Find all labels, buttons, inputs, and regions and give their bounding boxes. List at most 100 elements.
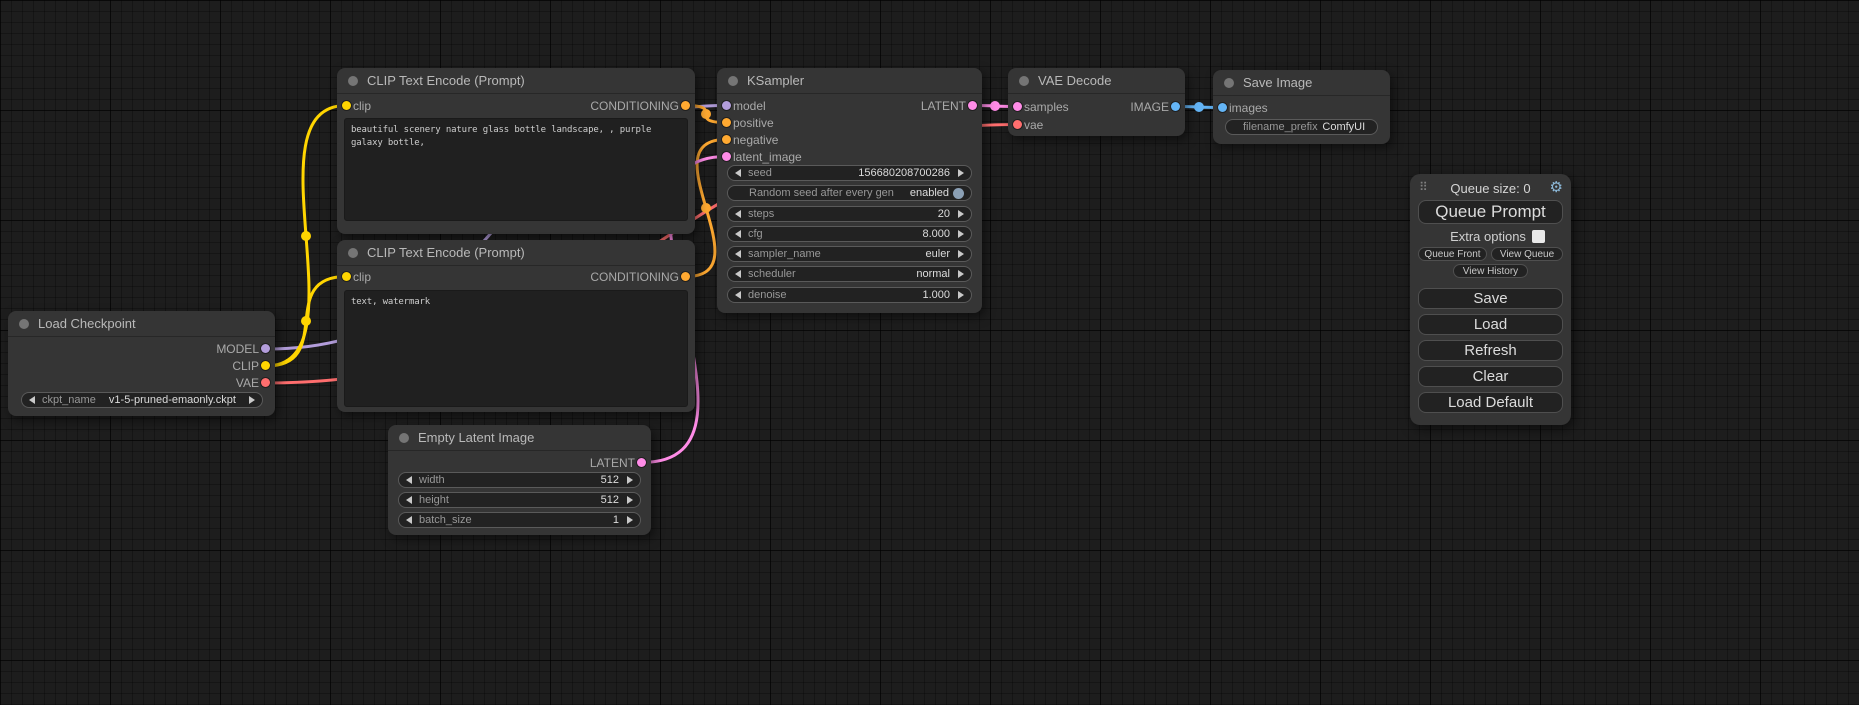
output-port-model[interactable] bbox=[261, 344, 270, 353]
scheduler-widget[interactable]: scheduler normal bbox=[727, 266, 972, 282]
node-title-bar[interactable]: Empty Latent Image bbox=[388, 425, 651, 451]
node-load-checkpoint[interactable]: Load Checkpoint MODEL CLIP VAE ckpt_name… bbox=[8, 311, 275, 416]
node-save-image[interactable]: Save Image images filename_prefix ComfyU… bbox=[1213, 70, 1390, 144]
collapse-dot-icon[interactable] bbox=[1224, 78, 1234, 88]
load-default-button[interactable]: Load Default bbox=[1418, 392, 1563, 413]
collapse-dot-icon[interactable] bbox=[728, 76, 738, 86]
node-title-bar[interactable]: CLIP Text Encode (Prompt) bbox=[337, 240, 695, 266]
output-port-latent[interactable] bbox=[968, 101, 977, 110]
denoise-widget[interactable]: denoise 1.000 bbox=[727, 287, 972, 303]
stepper-right-icon[interactable] bbox=[627, 476, 633, 484]
node-ksampler[interactable]: KSampler model positive negative latent_… bbox=[717, 68, 982, 313]
input-port-model[interactable] bbox=[722, 101, 731, 110]
input-port-positive[interactable] bbox=[722, 118, 731, 127]
gear-icon[interactable]: ⚙ bbox=[1550, 179, 1563, 197]
sampler-name-widget[interactable]: sampler_name euler bbox=[727, 246, 972, 262]
output-conditioning-label: CONDITIONING bbox=[590, 97, 679, 114]
batch-size-widget[interactable]: batch_size 1 bbox=[398, 512, 641, 528]
wire-midpoint-dot[interactable] bbox=[301, 231, 311, 241]
ckpt-name-widget[interactable]: ckpt_name v1-5-pruned-emaonly.ckpt bbox=[21, 392, 263, 408]
view-history-button[interactable]: View History bbox=[1453, 264, 1528, 278]
node-graph-canvas[interactable]: Load Checkpoint MODEL CLIP VAE ckpt_name… bbox=[0, 0, 1859, 705]
toggle-icon[interactable] bbox=[953, 188, 964, 199]
output-port-vae[interactable] bbox=[261, 378, 270, 387]
wire-midpoint-dot[interactable] bbox=[701, 203, 711, 213]
input-port-clip[interactable] bbox=[342, 101, 351, 110]
stepper-right-icon[interactable] bbox=[958, 270, 964, 278]
queue-prompt-button[interactable]: Queue Prompt bbox=[1418, 200, 1563, 224]
menu-header: ⠿ Queue size: 0 ⚙ bbox=[1410, 179, 1571, 197]
output-port-conditioning[interactable] bbox=[681, 101, 690, 110]
widget-value: 512 bbox=[601, 494, 627, 506]
node-clip-text-encode-negative[interactable]: CLIP Text Encode (Prompt) clip CONDITION… bbox=[337, 240, 695, 412]
save-button[interactable]: Save bbox=[1418, 288, 1563, 309]
negative-prompt-textarea[interactable]: text, watermark bbox=[344, 290, 688, 407]
stepper-left-icon[interactable] bbox=[735, 270, 741, 278]
stepper-right-icon[interactable] bbox=[958, 169, 964, 177]
output-port-image[interactable] bbox=[1171, 102, 1180, 111]
random-seed-toggle-widget[interactable]: Random seed after every gen enabled bbox=[727, 185, 972, 201]
stepper-right-icon[interactable] bbox=[627, 496, 633, 504]
input-port-samples[interactable] bbox=[1013, 102, 1022, 111]
stepper-left-icon[interactable] bbox=[735, 210, 741, 218]
view-queue-button[interactable]: View Queue bbox=[1491, 247, 1563, 261]
node-empty-latent-image[interactable]: Empty Latent Image LATENT width 512 heig… bbox=[388, 425, 651, 535]
stepper-left-icon[interactable] bbox=[406, 516, 412, 524]
wire-midpoint-dot[interactable] bbox=[301, 316, 311, 326]
stepper-left-icon[interactable] bbox=[406, 476, 412, 484]
stepper-right-icon[interactable] bbox=[958, 291, 964, 299]
stepper-left-icon[interactable] bbox=[29, 396, 35, 404]
drag-handle-icon[interactable]: ⠿ bbox=[1419, 180, 1427, 194]
output-vae-label: VAE bbox=[236, 374, 259, 391]
node-title-bar[interactable]: Save Image bbox=[1213, 70, 1390, 96]
positive-prompt-textarea[interactable]: beautiful scenery nature glass bottle la… bbox=[344, 118, 688, 221]
clear-button[interactable]: Clear bbox=[1418, 366, 1563, 387]
comfy-menu-panel[interactable]: ⠿ Queue size: 0 ⚙ Queue Prompt Extra opt… bbox=[1410, 174, 1571, 425]
input-port-negative[interactable] bbox=[722, 135, 731, 144]
stepper-left-icon[interactable] bbox=[735, 291, 741, 299]
refresh-button[interactable]: Refresh bbox=[1418, 340, 1563, 361]
collapse-dot-icon[interactable] bbox=[348, 76, 358, 86]
node-title: KSampler bbox=[747, 73, 804, 88]
input-port-images[interactable] bbox=[1218, 103, 1227, 112]
height-widget[interactable]: height 512 bbox=[398, 492, 641, 508]
output-port-conditioning[interactable] bbox=[681, 272, 690, 281]
extra-options-checkbox[interactable] bbox=[1532, 230, 1545, 243]
cfg-widget[interactable]: cfg 8.000 bbox=[727, 226, 972, 242]
collapse-dot-icon[interactable] bbox=[348, 248, 358, 258]
input-port-clip[interactable] bbox=[342, 272, 351, 281]
seed-widget[interactable]: seed 156680208700286 bbox=[727, 165, 972, 181]
collapse-dot-icon[interactable] bbox=[1019, 76, 1029, 86]
stepper-right-icon[interactable] bbox=[958, 210, 964, 218]
stepper-left-icon[interactable] bbox=[406, 496, 412, 504]
collapse-dot-icon[interactable] bbox=[399, 433, 409, 443]
output-port-latent[interactable] bbox=[637, 458, 646, 467]
stepper-right-icon[interactable] bbox=[958, 230, 964, 238]
node-title-bar[interactable]: VAE Decode bbox=[1008, 68, 1185, 94]
node-clip-text-encode-positive[interactable]: CLIP Text Encode (Prompt) clip CONDITION… bbox=[337, 68, 695, 234]
node-title-bar[interactable]: KSampler bbox=[717, 68, 982, 94]
stepper-left-icon[interactable] bbox=[735, 169, 741, 177]
input-port-vae[interactable] bbox=[1013, 120, 1022, 129]
stepper-right-icon[interactable] bbox=[958, 250, 964, 258]
stepper-left-icon[interactable] bbox=[735, 250, 741, 258]
load-button[interactable]: Load bbox=[1418, 314, 1563, 335]
node-title: Save Image bbox=[1243, 75, 1312, 90]
node-title-bar[interactable]: Load Checkpoint bbox=[8, 311, 275, 337]
output-port-clip[interactable] bbox=[261, 361, 270, 370]
input-port-latent-image[interactable] bbox=[722, 152, 731, 161]
steps-widget[interactable]: steps 20 bbox=[727, 206, 972, 222]
node-title-bar[interactable]: CLIP Text Encode (Prompt) bbox=[337, 68, 695, 94]
queue-front-button[interactable]: Queue Front bbox=[1418, 247, 1487, 261]
input-clip-label: clip bbox=[353, 268, 371, 285]
stepper-right-icon[interactable] bbox=[249, 396, 255, 404]
stepper-right-icon[interactable] bbox=[627, 516, 633, 524]
wire-midpoint-dot[interactable] bbox=[1194, 102, 1204, 112]
stepper-left-icon[interactable] bbox=[735, 230, 741, 238]
node-vae-decode[interactable]: VAE Decode samples vae IMAGE bbox=[1008, 68, 1185, 136]
filename-prefix-widget[interactable]: filename_prefix ComfyUI bbox=[1225, 119, 1378, 135]
wire-midpoint-dot[interactable] bbox=[990, 101, 1000, 111]
collapse-dot-icon[interactable] bbox=[19, 319, 29, 329]
width-widget[interactable]: width 512 bbox=[398, 472, 641, 488]
wire-midpoint-dot[interactable] bbox=[701, 109, 711, 119]
